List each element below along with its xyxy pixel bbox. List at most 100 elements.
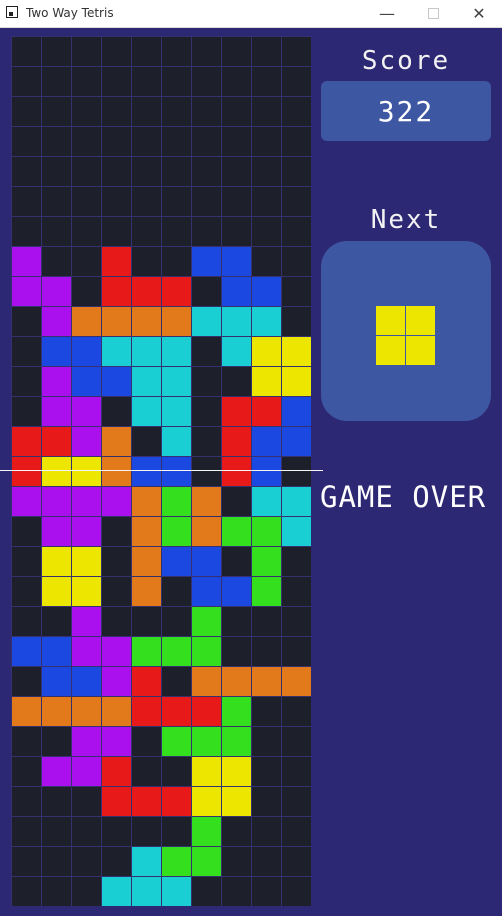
tetromino-block — [132, 367, 161, 396]
tetromino-block — [72, 367, 101, 396]
close-button[interactable]: ✕ — [456, 0, 502, 27]
tetromino-block — [252, 397, 281, 426]
tetromino-block — [12, 637, 41, 666]
tetromino-block — [102, 727, 131, 756]
tetromino-block — [222, 727, 251, 756]
minimize-button[interactable]: — — [364, 0, 410, 27]
tetromino-block — [162, 277, 191, 306]
tetromino-block — [222, 457, 251, 486]
next-piece-block — [406, 306, 435, 335]
tetromino-block — [132, 637, 161, 666]
tetromino-block — [162, 787, 191, 816]
game-over-text: GAME OVER — [320, 480, 487, 514]
tetromino-block — [252, 457, 281, 486]
tetromino-block — [252, 517, 281, 546]
tetromino-block — [132, 847, 161, 876]
tetromino-block — [282, 367, 311, 396]
maximize-button[interactable] — [410, 0, 456, 27]
tetromino-block — [42, 277, 71, 306]
tetromino-block — [132, 487, 161, 516]
game-board — [11, 36, 311, 906]
tetromino-block — [42, 307, 71, 336]
tetromino-block — [12, 697, 41, 726]
tetromino-block — [72, 427, 101, 456]
tetromino-block — [222, 517, 251, 546]
tetromino-block — [162, 307, 191, 336]
tetromino-block — [72, 517, 101, 546]
tetromino-block — [252, 337, 281, 366]
next-piece-block — [376, 336, 405, 365]
divider-line — [0, 470, 323, 471]
app-icon — [6, 6, 18, 18]
tetromino-block — [252, 367, 281, 396]
tetromino-block — [222, 307, 251, 336]
tetromino-block — [102, 877, 131, 906]
maximize-icon — [427, 8, 439, 19]
close-icon: ✕ — [472, 4, 486, 23]
tetromino-block — [192, 517, 221, 546]
title-bar: Two Way Tetris — ✕ — [0, 0, 502, 28]
tetromino-block — [162, 457, 191, 486]
tetromino-block — [72, 757, 101, 786]
tetromino-block — [72, 607, 101, 636]
tetromino-block — [282, 427, 311, 456]
tetromino-block — [222, 277, 251, 306]
score-value: 322 — [377, 94, 435, 128]
tetromino-block — [162, 547, 191, 576]
tetromino-block — [192, 247, 221, 276]
window-title: Two Way Tetris — [26, 6, 114, 20]
tetromino-block — [102, 757, 131, 786]
tetromino-block — [102, 277, 131, 306]
tetromino-block — [222, 247, 251, 276]
tetromino-block — [102, 367, 131, 396]
tetromino-block — [72, 577, 101, 606]
tetromino-block — [192, 727, 221, 756]
tetromino-block — [252, 277, 281, 306]
tetromino-block — [102, 247, 131, 276]
tetromino-block — [102, 457, 131, 486]
tetromino-block — [132, 877, 161, 906]
tetromino-block — [192, 637, 221, 666]
tetromino-block — [42, 367, 71, 396]
tetromino-block — [102, 487, 131, 516]
tetromino-block — [162, 847, 191, 876]
tetromino-block — [222, 787, 251, 816]
tetromino-block — [72, 307, 101, 336]
tetromino-block — [102, 427, 131, 456]
tetromino-block — [162, 877, 191, 906]
next-piece-preview — [321, 241, 491, 421]
tetromino-block — [282, 517, 311, 546]
tetromino-block — [42, 427, 71, 456]
score-display: 322 — [321, 81, 491, 141]
tetromino-block — [132, 397, 161, 426]
tetromino-block — [162, 397, 191, 426]
tetromino-block — [162, 337, 191, 366]
tetromino-block — [102, 667, 131, 696]
tetromino-block — [132, 577, 161, 606]
minimize-icon: — — [379, 4, 395, 23]
tetromino-block — [252, 307, 281, 336]
tetromino-block — [42, 337, 71, 366]
tetromino-block — [12, 247, 41, 276]
tetromino-block — [42, 697, 71, 726]
tetromino-block — [222, 757, 251, 786]
tetromino-block — [132, 517, 161, 546]
tetromino-block — [252, 667, 281, 696]
tetromino-block — [222, 697, 251, 726]
tetromino-block — [42, 457, 71, 486]
tetromino-block — [282, 337, 311, 366]
tetromino-block — [192, 787, 221, 816]
tetromino-block — [252, 427, 281, 456]
tetromino-block — [42, 397, 71, 426]
tetromino-block — [72, 457, 101, 486]
tetromino-block — [72, 397, 101, 426]
tetromino-block — [42, 637, 71, 666]
tetromino-block — [42, 667, 71, 696]
tetromino-block — [102, 307, 131, 336]
tetromino-block — [192, 307, 221, 336]
tetromino-block — [162, 727, 191, 756]
tetromino-block — [42, 517, 71, 546]
tetromino-block — [12, 277, 41, 306]
tetromino-block — [192, 577, 221, 606]
tetromino-block — [192, 847, 221, 876]
